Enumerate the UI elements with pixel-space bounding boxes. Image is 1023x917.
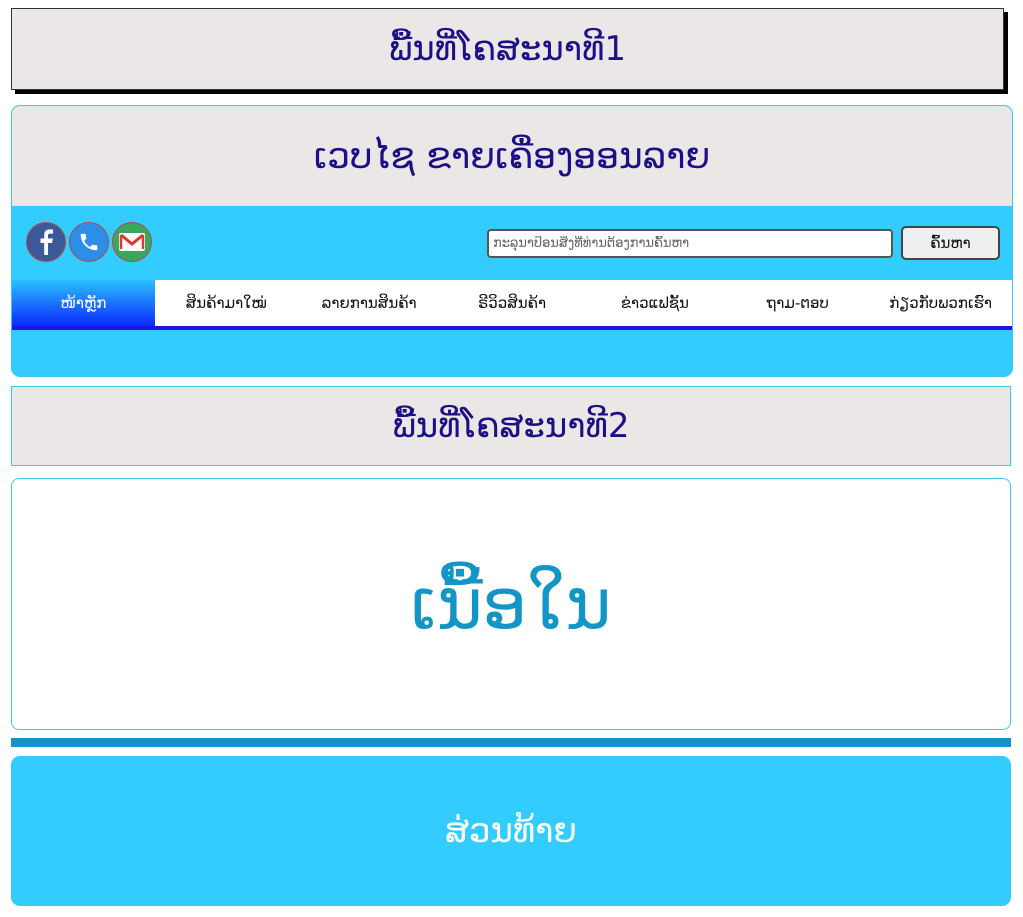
site-title: ເວບໄຊ ຂາຍເຄື່ອງອອນລາຍ (313, 135, 711, 177)
site-header: ເວບໄຊ ຂາຍເຄື່ອງອອນລາຍ ຄົ້ນຫາ ໜ້າຫຼັກ (11, 105, 1013, 377)
search-button[interactable]: ຄົ້ນຫາ (901, 226, 1000, 260)
search-button-label: ຄົ້ນຫາ (930, 234, 971, 252)
nav-item-label: ກ່ຽວກັບພວກເຮົາ (889, 294, 992, 312)
nav-item-label: ຣີວິວສິນຄ້າ (477, 294, 547, 312)
main-content: ເນື້ອໃນ (11, 478, 1011, 730)
site-title-banner: ເວບໄຊ ຂາຍເຄື່ອງອອນລາຍ (12, 106, 1012, 206)
content-label: ເນື້ອໃນ (410, 563, 612, 645)
phone-button[interactable] (69, 222, 109, 262)
nav-item-new-products[interactable]: ສິນຄ້າມາໃໝ່ (155, 280, 298, 326)
ad-space-1-label: ພື້ນທີ່ໂຄສະນາທີ1 (388, 29, 627, 69)
facebook-button[interactable] (26, 222, 66, 262)
ad-space-2: ພື້ນທີ່ໂຄສະນາທີ2 (11, 386, 1011, 466)
footer-label: ສ່ວນທ້າຍ (445, 811, 577, 851)
social-links (26, 222, 152, 262)
ad-space-1: ພື້ນທີ່ໂຄສະນາທີ1 (11, 8, 1004, 90)
email-button[interactable] (112, 222, 152, 262)
nav-item-product-list[interactable]: ລາຍການສິນຄ້າ (298, 280, 441, 326)
main-nav: ໜ້າຫຼັກ ສິນຄ້າມາໃໝ່ ລາຍການສິນຄ້າ ຣີວິວສິ… (12, 280, 1012, 330)
nav-item-about-us[interactable]: ກ່ຽວກັບພວກເຮົາ (869, 280, 1012, 326)
facebook-icon (40, 229, 53, 255)
nav-item-fashion-news[interactable]: ຂ່າວແຟຊັ້ນ (583, 280, 726, 326)
nav-item-label: ຖາມ-ຕອບ (766, 294, 829, 312)
nav-item-label: ຂ່າວແຟຊັ້ນ (620, 294, 689, 312)
nav-item-label: ລາຍການສິນຄ້າ (321, 294, 417, 312)
nav-item-label: ສິນຄ້າມາໃໝ່ (185, 294, 267, 312)
site-footer: ສ່ວນທ້າຍ (11, 756, 1011, 906)
content-divider (11, 738, 1011, 747)
nav-item-home[interactable]: ໜ້າຫຼັກ (12, 280, 155, 326)
search-input[interactable] (487, 229, 893, 258)
nav-item-faq[interactable]: ຖາມ-ຕອບ (726, 280, 869, 326)
ad-space-2-label: ພື້ນທີ່ໂຄສະນາທີ2 (392, 406, 630, 446)
mail-icon (119, 233, 145, 251)
phone-icon (80, 233, 98, 251)
nav-item-product-reviews[interactable]: ຣີວິວສິນຄ້າ (441, 280, 584, 326)
nav-item-label: ໜ້າຫຼັກ (60, 294, 107, 312)
